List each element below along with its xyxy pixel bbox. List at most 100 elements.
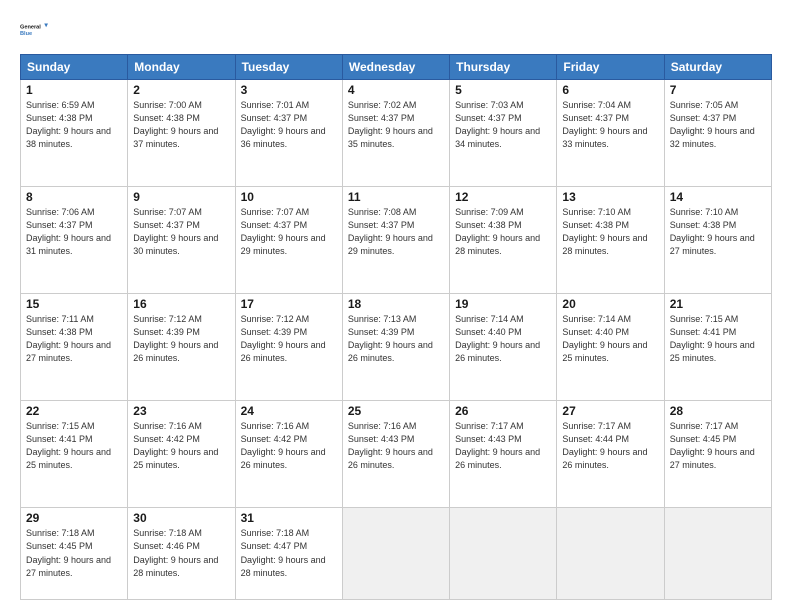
empty-cell	[557, 508, 664, 600]
day-number: 28	[670, 404, 766, 418]
day-number: 24	[241, 404, 337, 418]
day-cell-16: 16 Sunrise: 7:12 AMSunset: 4:39 PMDaylig…	[128, 294, 235, 401]
day-cell-11: 11 Sunrise: 7:08 AMSunset: 4:37 PMDaylig…	[342, 187, 449, 294]
day-number: 16	[133, 297, 229, 311]
day-number: 30	[133, 511, 229, 525]
day-cell-19: 19 Sunrise: 7:14 AMSunset: 4:40 PMDaylig…	[450, 294, 557, 401]
day-info: Sunrise: 7:07 AMSunset: 4:37 PMDaylight:…	[241, 207, 326, 256]
week-row-1: 1 Sunrise: 6:59 AMSunset: 4:38 PMDayligh…	[21, 80, 772, 187]
day-info: Sunrise: 7:14 AMSunset: 4:40 PMDaylight:…	[455, 314, 540, 363]
day-info: Sunrise: 7:15 AMSunset: 4:41 PMDaylight:…	[26, 421, 111, 470]
weekday-header-tuesday: Tuesday	[235, 55, 342, 80]
day-number: 9	[133, 190, 229, 204]
day-cell-4: 4 Sunrise: 7:02 AMSunset: 4:37 PMDayligh…	[342, 80, 449, 187]
day-info: Sunrise: 7:00 AMSunset: 4:38 PMDaylight:…	[133, 100, 218, 149]
day-info: Sunrise: 7:07 AMSunset: 4:37 PMDaylight:…	[133, 207, 218, 256]
day-cell-27: 27 Sunrise: 7:17 AMSunset: 4:44 PMDaylig…	[557, 401, 664, 508]
svg-text:General: General	[20, 25, 41, 31]
day-number: 13	[562, 190, 658, 204]
day-number: 18	[348, 297, 444, 311]
day-number: 31	[241, 511, 337, 525]
day-info: Sunrise: 7:18 AMSunset: 4:47 PMDaylight:…	[241, 528, 326, 577]
day-cell-26: 26 Sunrise: 7:17 AMSunset: 4:43 PMDaylig…	[450, 401, 557, 508]
day-number: 7	[670, 83, 766, 97]
calendar-page: General Blue SundayMondayTuesdayWednesda…	[0, 0, 792, 612]
day-cell-24: 24 Sunrise: 7:16 AMSunset: 4:42 PMDaylig…	[235, 401, 342, 508]
day-number: 4	[348, 83, 444, 97]
calendar-table: SundayMondayTuesdayWednesdayThursdayFrid…	[20, 54, 772, 600]
day-cell-2: 2 Sunrise: 7:00 AMSunset: 4:38 PMDayligh…	[128, 80, 235, 187]
day-number: 17	[241, 297, 337, 311]
day-number: 8	[26, 190, 122, 204]
day-number: 2	[133, 83, 229, 97]
day-cell-3: 3 Sunrise: 7:01 AMSunset: 4:37 PMDayligh…	[235, 80, 342, 187]
day-info: Sunrise: 7:05 AMSunset: 4:37 PMDaylight:…	[670, 100, 755, 149]
week-row-2: 8 Sunrise: 7:06 AMSunset: 4:37 PMDayligh…	[21, 187, 772, 294]
day-cell-23: 23 Sunrise: 7:16 AMSunset: 4:42 PMDaylig…	[128, 401, 235, 508]
day-number: 14	[670, 190, 766, 204]
logo-icon: General Blue	[20, 16, 48, 44]
day-cell-13: 13 Sunrise: 7:10 AMSunset: 4:38 PMDaylig…	[557, 187, 664, 294]
day-number: 20	[562, 297, 658, 311]
week-row-4: 22 Sunrise: 7:15 AMSunset: 4:41 PMDaylig…	[21, 401, 772, 508]
day-info: Sunrise: 7:09 AMSunset: 4:38 PMDaylight:…	[455, 207, 540, 256]
day-cell-10: 10 Sunrise: 7:07 AMSunset: 4:37 PMDaylig…	[235, 187, 342, 294]
day-number: 1	[26, 83, 122, 97]
day-cell-7: 7 Sunrise: 7:05 AMSunset: 4:37 PMDayligh…	[664, 80, 771, 187]
day-cell-15: 15 Sunrise: 7:11 AMSunset: 4:38 PMDaylig…	[21, 294, 128, 401]
day-number: 26	[455, 404, 551, 418]
day-info: Sunrise: 7:04 AMSunset: 4:37 PMDaylight:…	[562, 100, 647, 149]
day-number: 15	[26, 297, 122, 311]
weekday-header-saturday: Saturday	[664, 55, 771, 80]
day-number: 29	[26, 511, 122, 525]
day-cell-1: 1 Sunrise: 6:59 AMSunset: 4:38 PMDayligh…	[21, 80, 128, 187]
day-info: Sunrise: 7:10 AMSunset: 4:38 PMDaylight:…	[670, 207, 755, 256]
day-info: Sunrise: 7:18 AMSunset: 4:45 PMDaylight:…	[26, 528, 111, 577]
day-cell-29: 29 Sunrise: 7:18 AMSunset: 4:45 PMDaylig…	[21, 508, 128, 600]
day-number: 11	[348, 190, 444, 204]
day-cell-21: 21 Sunrise: 7:15 AMSunset: 4:41 PMDaylig…	[664, 294, 771, 401]
day-cell-20: 20 Sunrise: 7:14 AMSunset: 4:40 PMDaylig…	[557, 294, 664, 401]
day-info: Sunrise: 7:17 AMSunset: 4:45 PMDaylight:…	[670, 421, 755, 470]
day-info: Sunrise: 7:17 AMSunset: 4:44 PMDaylight:…	[562, 421, 647, 470]
day-number: 25	[348, 404, 444, 418]
day-info: Sunrise: 7:15 AMSunset: 4:41 PMDaylight:…	[670, 314, 755, 363]
day-cell-28: 28 Sunrise: 7:17 AMSunset: 4:45 PMDaylig…	[664, 401, 771, 508]
day-number: 5	[455, 83, 551, 97]
day-cell-5: 5 Sunrise: 7:03 AMSunset: 4:37 PMDayligh…	[450, 80, 557, 187]
day-info: Sunrise: 7:16 AMSunset: 4:42 PMDaylight:…	[241, 421, 326, 470]
day-info: Sunrise: 7:10 AMSunset: 4:38 PMDaylight:…	[562, 207, 647, 256]
day-info: Sunrise: 7:16 AMSunset: 4:42 PMDaylight:…	[133, 421, 218, 470]
day-cell-18: 18 Sunrise: 7:13 AMSunset: 4:39 PMDaylig…	[342, 294, 449, 401]
weekday-header-sunday: Sunday	[21, 55, 128, 80]
day-cell-14: 14 Sunrise: 7:10 AMSunset: 4:38 PMDaylig…	[664, 187, 771, 294]
day-info: Sunrise: 7:11 AMSunset: 4:38 PMDaylight:…	[26, 314, 111, 363]
weekday-header-row: SundayMondayTuesdayWednesdayThursdayFrid…	[21, 55, 772, 80]
day-number: 6	[562, 83, 658, 97]
day-info: Sunrise: 7:02 AMSunset: 4:37 PMDaylight:…	[348, 100, 433, 149]
day-number: 12	[455, 190, 551, 204]
day-cell-17: 17 Sunrise: 7:12 AMSunset: 4:39 PMDaylig…	[235, 294, 342, 401]
day-cell-12: 12 Sunrise: 7:09 AMSunset: 4:38 PMDaylig…	[450, 187, 557, 294]
day-cell-9: 9 Sunrise: 7:07 AMSunset: 4:37 PMDayligh…	[128, 187, 235, 294]
day-info: Sunrise: 7:08 AMSunset: 4:37 PMDaylight:…	[348, 207, 433, 256]
calendar: SundayMondayTuesdayWednesdayThursdayFrid…	[20, 54, 772, 600]
day-number: 23	[133, 404, 229, 418]
day-info: Sunrise: 7:13 AMSunset: 4:39 PMDaylight:…	[348, 314, 433, 363]
day-info: Sunrise: 7:12 AMSunset: 4:39 PMDaylight:…	[241, 314, 326, 363]
day-number: 21	[670, 297, 766, 311]
day-cell-22: 22 Sunrise: 7:15 AMSunset: 4:41 PMDaylig…	[21, 401, 128, 508]
day-cell-25: 25 Sunrise: 7:16 AMSunset: 4:43 PMDaylig…	[342, 401, 449, 508]
header: General Blue	[20, 16, 772, 44]
day-info: Sunrise: 7:12 AMSunset: 4:39 PMDaylight:…	[133, 314, 218, 363]
day-info: Sunrise: 7:01 AMSunset: 4:37 PMDaylight:…	[241, 100, 326, 149]
day-number: 27	[562, 404, 658, 418]
week-row-3: 15 Sunrise: 7:11 AMSunset: 4:38 PMDaylig…	[21, 294, 772, 401]
week-row-5: 29 Sunrise: 7:18 AMSunset: 4:45 PMDaylig…	[21, 508, 772, 600]
day-info: Sunrise: 6:59 AMSunset: 4:38 PMDaylight:…	[26, 100, 111, 149]
day-number: 10	[241, 190, 337, 204]
day-info: Sunrise: 7:06 AMSunset: 4:37 PMDaylight:…	[26, 207, 111, 256]
day-info: Sunrise: 7:17 AMSunset: 4:43 PMDaylight:…	[455, 421, 540, 470]
day-cell-8: 8 Sunrise: 7:06 AMSunset: 4:37 PMDayligh…	[21, 187, 128, 294]
empty-cell	[664, 508, 771, 600]
